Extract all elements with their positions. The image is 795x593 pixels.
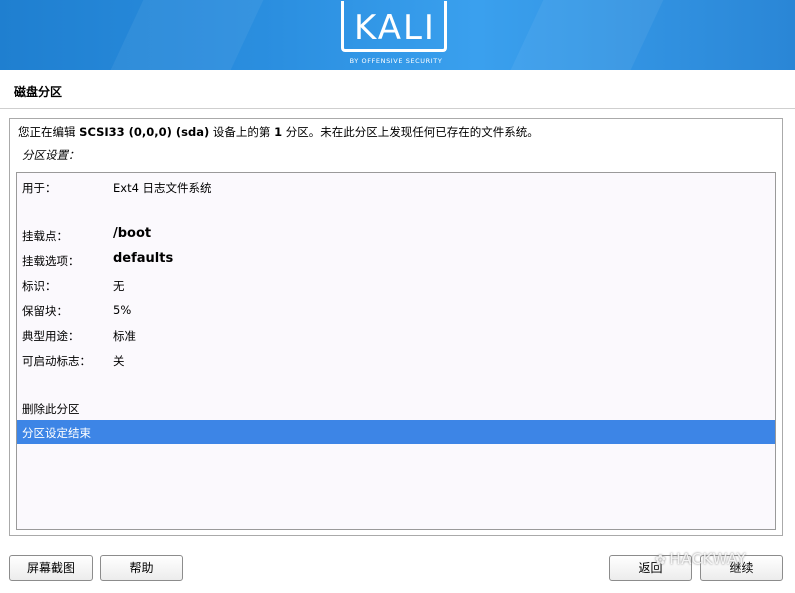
setting-key: 标识： — [22, 279, 57, 293]
setting-value: 标准 — [113, 329, 136, 343]
partition-settings-list[interactable]: 用于： Ext4 日志文件系统 挂载点： /boot 挂载选项： default… — [16, 172, 776, 530]
setting-key: 典型用途： — [22, 329, 80, 343]
list-item-typical-usage[interactable]: 典型用途： 标准 — [17, 323, 775, 347]
partition-description: 您正在编辑 SCSI33 (0,0,0) (sda) 设备上的第 1 分区。未在… — [18, 125, 539, 139]
action-label: 分区设定结束 — [22, 426, 91, 440]
help-button[interactable]: 帮助 — [100, 555, 183, 581]
setting-key: 挂载选项： — [22, 254, 80, 268]
settings-label: 分区设置： — [22, 148, 80, 162]
setting-key: 可启动标志： — [22, 354, 91, 368]
setting-value: defaults — [113, 251, 174, 266]
list-item-reserved-blocks[interactable]: 保留块： 5% — [17, 298, 775, 322]
setting-value: 关 — [113, 354, 125, 368]
watermark-text: HACKWAY — [669, 550, 747, 568]
setting-value: 5% — [113, 303, 132, 317]
wechat-icon: ✿ — [655, 553, 667, 568]
setting-value: 无 — [113, 279, 125, 293]
list-item-use-as[interactable]: 用于： Ext4 日志文件系统 — [17, 175, 775, 199]
logo-subtitle: BY OFFENSIVE SECURITY — [349, 57, 443, 65]
kali-banner: KALI BY OFFENSIVE SECURITY — [0, 0, 795, 70]
list-item-bootable-flag[interactable]: 可启动标志： 关 — [17, 348, 775, 372]
page-title: 磁盘分区 — [14, 85, 63, 99]
setting-key: 保留块： — [22, 304, 68, 318]
screenshot-button[interactable]: 屏幕截图 — [9, 555, 93, 581]
list-item-mount-options[interactable]: 挂载选项： defaults — [17, 248, 775, 272]
logo-text: KALI — [354, 8, 436, 48]
list-item-delete-partition[interactable]: 删除此分区 — [17, 396, 775, 420]
list-item-label[interactable]: 标识： 无 — [17, 273, 775, 297]
setting-value: Ext4 日志文件系统 — [113, 181, 212, 195]
list-item-mount-point[interactable]: 挂载点： /boot — [17, 223, 775, 247]
list-item-done-setting-up[interactable]: 分区设定结束 — [17, 420, 775, 444]
setting-value: /boot — [113, 226, 152, 241]
setting-key: 挂载点： — [22, 229, 68, 243]
kali-logo: KALI BY OFFENSIVE SECURITY — [340, 0, 452, 70]
setting-key: 用于： — [22, 181, 57, 195]
action-label: 删除此分区 — [22, 402, 80, 416]
divider — [0, 108, 795, 109]
watermark: ✿ HACKWAY — [655, 550, 746, 568]
